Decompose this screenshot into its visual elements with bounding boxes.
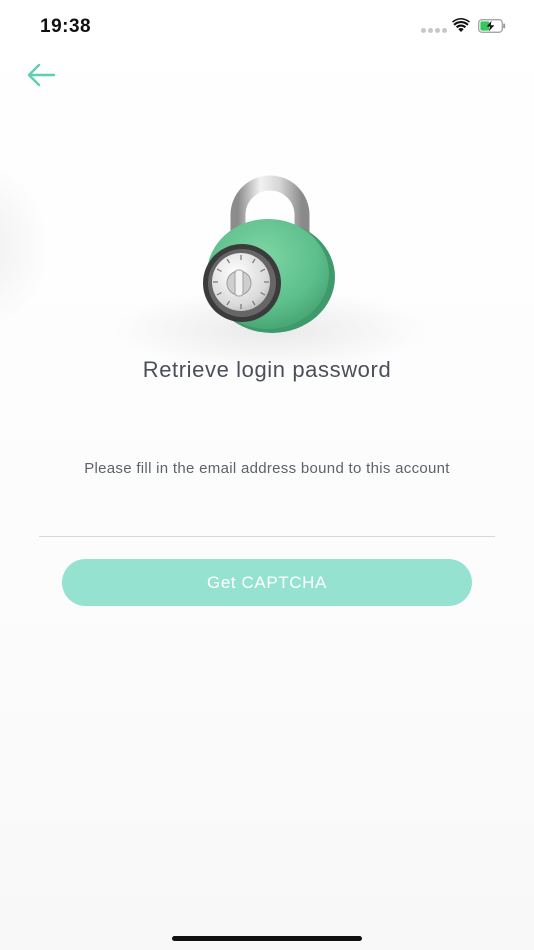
- page-title: Retrieve login password: [142, 357, 392, 382]
- email-hint: Please fill in the email address bound t…: [84, 460, 450, 477]
- arrow-left-icon: [27, 63, 56, 87]
- status-bar: 19:38: [0, 0, 534, 54]
- forgot-password-screen: 19:38 Retrieve login password Please fil…: [0, 0, 534, 950]
- cellular-signal-icon: [421, 28, 447, 33]
- status-time: 19:38: [40, 16, 92, 37]
- combination-padlock-icon: [203, 175, 335, 333]
- wifi-icon: [452, 18, 470, 32]
- email-field[interactable]: [39, 500, 495, 537]
- get-captcha-button[interactable]: Get CAPTCHA: [62, 559, 472, 606]
- home-indicator[interactable]: [172, 936, 362, 941]
- padlock-illustration: [160, 170, 380, 360]
- decorative-shadow: [0, 160, 50, 330]
- back-button[interactable]: [26, 62, 58, 88]
- battery-charging-icon: [478, 19, 506, 33]
